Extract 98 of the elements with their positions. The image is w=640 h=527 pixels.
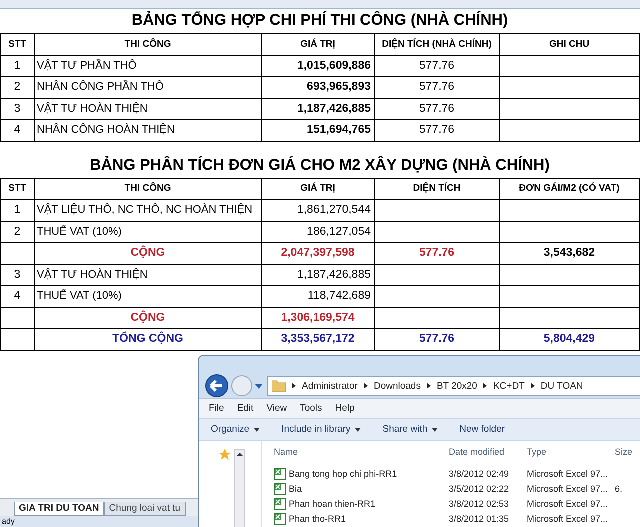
spreadsheet-file-icon — [274, 482, 286, 494]
toolbar-button[interactable]: Organize — [203, 422, 268, 437]
column-header: DIỆN TÍCH — [413, 183, 461, 194]
breadcrumb-item[interactable]: BT 20x20 — [436, 380, 478, 392]
column-header[interactable]: Name — [274, 447, 449, 457]
table-cell-text: Microsoft Excel 97... — [527, 514, 610, 524]
table-title: BẢNG PHÂN TÍCH ĐƠN GIÁ CHO M2 XÂY DỰNG (NHÀ CHÍNH) — [90, 156, 550, 174]
table-cell: 1,306,169,574 — [281, 312, 355, 324]
column-header[interactable]: Date modified — [449, 447, 527, 457]
table-cell: VẬT TƯ HOÀN THIỆN — [37, 268, 148, 281]
table-cell: 577.76 — [419, 247, 455, 260]
toolbar-button[interactable]: Include in library — [274, 422, 369, 437]
table-cell-text: Microsoft Excel 97... — [527, 468, 610, 478]
column-header: DIỆN TÍCH (NHÀ CHÍNH) — [382, 38, 492, 50]
table-cell: 2 — [14, 81, 21, 94]
table-title: BẢNG TỔNG HỢP CHI PHÍ THI CÔNG (NHÀ CHÍNH) — [132, 12, 508, 30]
table-cell-text: 3/8/2012 01:35 — [449, 514, 510, 524]
table-cell-text: 3/5/2012 02:22 — [449, 484, 510, 494]
table-cell: 1,187,426,885 — [297, 268, 371, 281]
chevron-icon[interactable] — [483, 383, 488, 389]
table-cell: 4 — [14, 290, 21, 302]
breadcrumb-item[interactable]: Administrator — [302, 380, 358, 392]
file-name[interactable]: Bang tong hop chi phi-RR1 — [289, 468, 398, 478]
table-cell-text: 3/8/2012 02:53 — [449, 498, 510, 508]
menu-item[interactable]: Edit — [237, 403, 254, 414]
file-name[interactable]: Phan hoan thien-RR1 — [289, 498, 376, 508]
menu-item[interactable]: View — [266, 403, 288, 414]
sheet-tab[interactable]: GIA TRI DU TOAN — [14, 502, 104, 516]
table-cell: 577.76 — [419, 81, 455, 94]
column-header: THI CÔNG — [124, 183, 172, 194]
column-header: GIÁ TRỊ — [300, 183, 336, 194]
table-cell: 118,742,689 — [308, 290, 371, 302]
table-cell: VẬT TƯ PHẦN THÔ — [37, 60, 137, 72]
file-name[interactable]: Phan tho-RR1 — [289, 514, 346, 524]
table-cell: 1,015,609,886 — [297, 60, 371, 72]
column-header: STT — [8, 183, 26, 194]
column-header: GIÁ TRỊ — [300, 38, 336, 50]
scroll-up-icon[interactable] — [237, 453, 243, 456]
column-header: ĐƠN GÁI/M2 (CÓ VAT) — [519, 183, 620, 194]
file-name[interactable]: Bia — [289, 484, 302, 494]
table-cell: CỘNG — [130, 312, 166, 324]
table-cell-text: Microsoft Excel 97... — [527, 498, 610, 508]
chevron-icon[interactable] — [292, 383, 296, 389]
table-cell: 1,861,270,544 — [297, 204, 371, 216]
status-text: ady — [2, 517, 15, 526]
column-header: STT — [8, 38, 26, 50]
menu-item[interactable]: File — [209, 403, 224, 414]
back-icon[interactable] — [205, 374, 229, 398]
toolbar-button[interactable]: New folder — [452, 422, 514, 437]
breadcrumb-item[interactable]: Downloads — [374, 380, 421, 392]
table-cell: 1,187,426,885 — [297, 102, 371, 115]
table-cell: TỔNG CỘNG — [112, 333, 184, 346]
table-cell: 2 — [14, 226, 21, 238]
sheet-tab[interactable]: Chung loai vat tu — [104, 502, 186, 516]
spreadsheet-file-icon — [274, 498, 286, 510]
chevron-icon[interactable] — [426, 383, 431, 389]
column-header[interactable]: Type — [527, 447, 615, 457]
table-cell: 1 — [14, 60, 21, 72]
column-header[interactable]: Size — [615, 447, 639, 457]
folder-icon — [272, 380, 286, 392]
table-cell: 3,353,567,172 — [281, 333, 355, 346]
menu-item[interactable]: Tools — [300, 403, 322, 414]
breadcrumb-item[interactable]: KC+DT — [493, 380, 525, 392]
table-cell: 693,965,893 — [307, 81, 371, 94]
column-header: THI CÔNG — [124, 38, 172, 50]
table-cell: 6, — [615, 484, 623, 494]
table-cell: 577.76 — [419, 333, 455, 346]
chevron-icon[interactable] — [364, 383, 368, 389]
spreadsheet-file-icon — [274, 512, 286, 524]
table-cell: VẬT LIỆU THÔ, NC THÔ, NC HOÀN THIỆN — [37, 204, 253, 216]
column-header: GHI CHU — [549, 38, 590, 50]
table-cell: 577.76 — [419, 60, 455, 72]
star-icon[interactable] — [219, 449, 231, 461]
table-cell: NHÂN CÔNG PHẦN THÔ — [37, 81, 164, 94]
table-cell: 3,543,682 — [544, 247, 596, 260]
dropdown-icon[interactable] — [255, 384, 263, 388]
table-cell: NHÂN CÔNG HOÀN THIỆN — [37, 124, 175, 136]
table-cell: 5,804,429 — [544, 333, 596, 346]
spreadsheet-file-icon — [274, 468, 286, 480]
table-cell: 577.76 — [419, 102, 455, 115]
table-cell-text: 3/8/2012 02:49 — [449, 468, 510, 478]
table-cell: 4 — [14, 124, 21, 136]
table-cell: VẬT TƯ HOÀN THIỆN — [37, 102, 148, 115]
table-cell: THUẾ VAT (10%) — [37, 290, 122, 302]
table-cell: THUẾ VAT (10%) — [37, 226, 122, 238]
table-cell: 151,694,765 — [307, 124, 371, 136]
table-cell: 3 — [14, 268, 21, 281]
table-cell: 1 — [14, 204, 21, 216]
breadcrumb-item[interactable]: DU TOAN — [540, 380, 584, 392]
table-cell-text: Microsoft Excel 97... — [527, 484, 610, 494]
table-cell: 3 — [14, 102, 21, 115]
table-cell: 186,127,054 — [307, 226, 371, 238]
table-cell: 577.76 — [419, 124, 455, 136]
menu-item[interactable]: Help — [335, 403, 355, 414]
table-cell: CỘNG — [130, 247, 166, 260]
chevron-icon[interactable] — [530, 383, 535, 389]
toolbar-button[interactable]: Share with — [374, 422, 446, 437]
table-cell: 2,047,397,598 — [281, 247, 355, 260]
